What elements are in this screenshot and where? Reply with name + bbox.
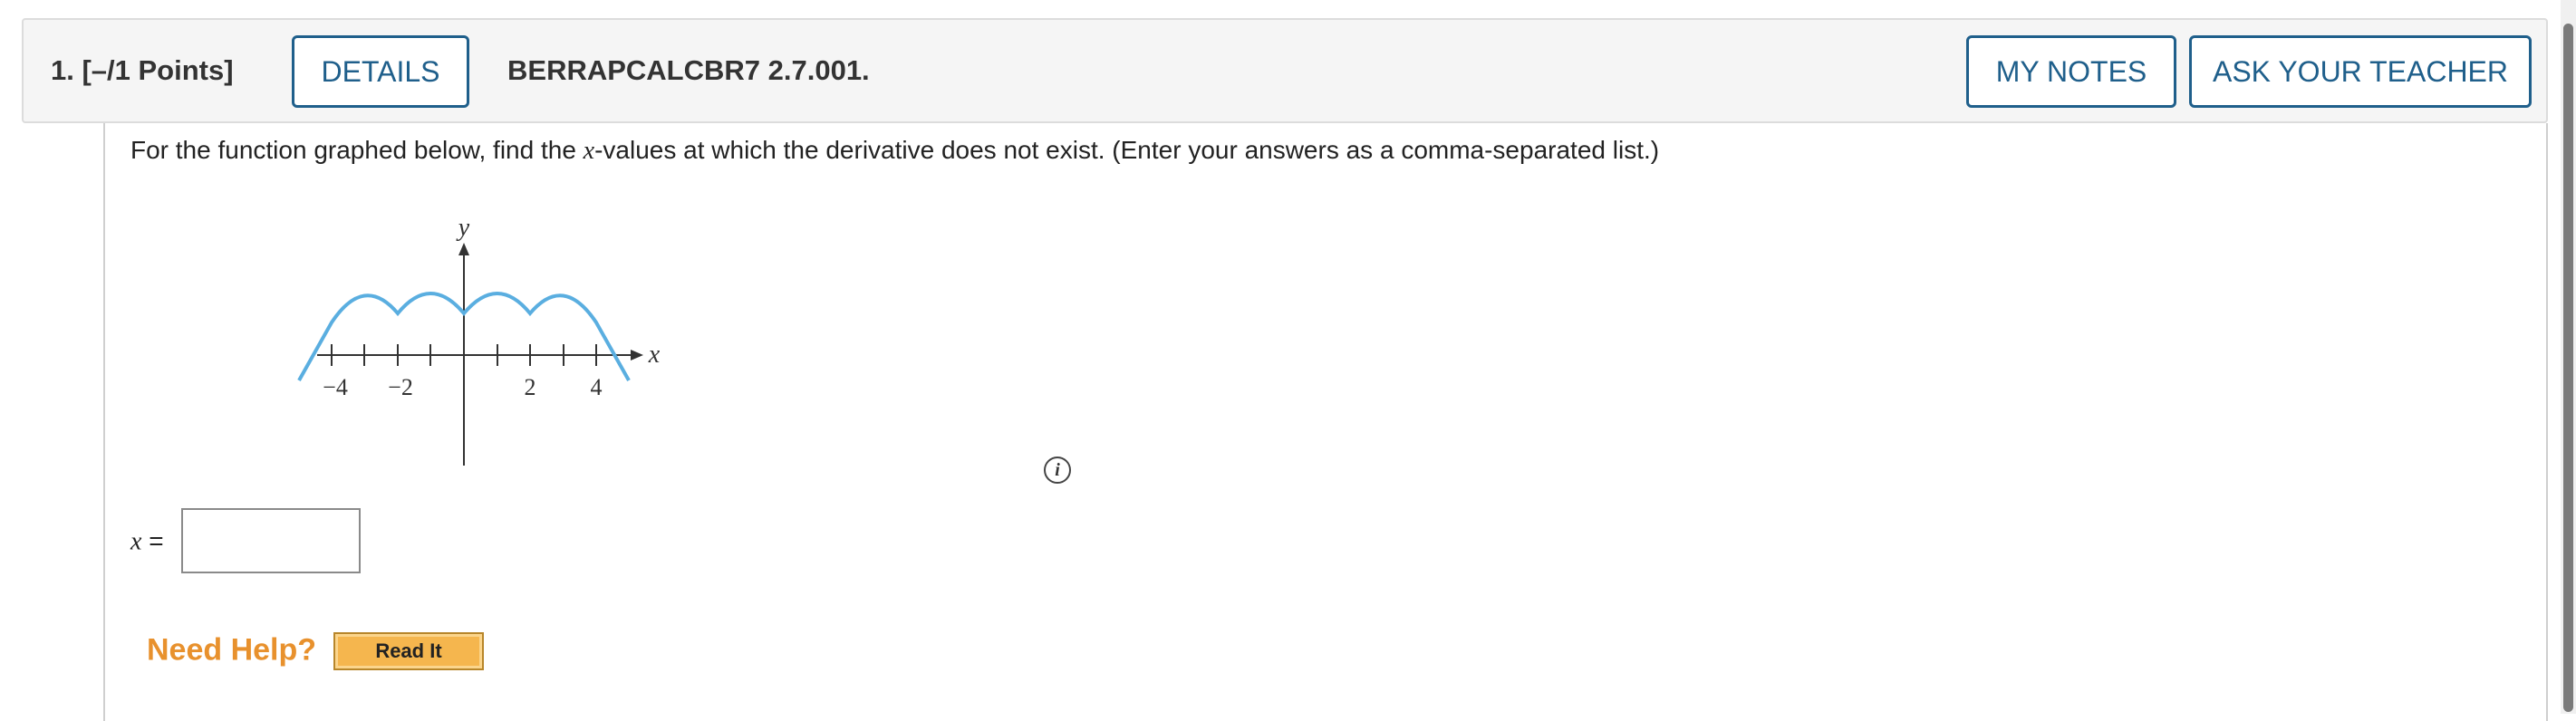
need-help-label: Need Help?	[147, 632, 317, 668]
y-axis-label: y	[456, 214, 470, 242]
question-number: 1. [–/1 Points]	[51, 54, 234, 86]
scrollbar-thumb[interactable]	[2563, 24, 2573, 712]
question-prompt: For the function graphed below, find the…	[130, 136, 1659, 166]
question-id: BERRAPCALCBR7 2.7.001.	[507, 54, 870, 86]
x-tick-label: 2	[525, 374, 536, 400]
y-axis-arrow	[458, 243, 469, 255]
answer-input[interactable]	[181, 508, 361, 573]
answer-label: x =	[130, 527, 164, 557]
details-button[interactable]: DETAILS	[292, 35, 469, 108]
prompt-variable: x	[583, 137, 595, 165]
function-graph: y x −4 −2 2 4	[297, 214, 661, 466]
x-axis-label: x	[648, 341, 661, 369]
answer-variable: x	[130, 527, 142, 556]
x-tick-label: 4	[591, 374, 603, 400]
info-icon[interactable]: i	[1044, 457, 1071, 484]
prompt-text-end: -values at which the derivative does not…	[594, 136, 1660, 164]
ask-your-teacher-button[interactable]: ASK YOUR TEACHER	[2189, 35, 2532, 108]
read-it-button[interactable]: Read It	[333, 632, 484, 670]
answer-equals: =	[141, 526, 164, 555]
prompt-text-start: For the function graphed below, find the	[130, 136, 584, 164]
x-tick-label: −2	[388, 374, 413, 400]
x-axis-arrow	[631, 350, 643, 360]
my-notes-button[interactable]: MY NOTES	[1966, 35, 2176, 108]
x-tick-label: −4	[323, 374, 348, 400]
question-header: 1. [–/1 Points] DETAILS BERRAPCALCBR7 2.…	[22, 18, 2548, 123]
